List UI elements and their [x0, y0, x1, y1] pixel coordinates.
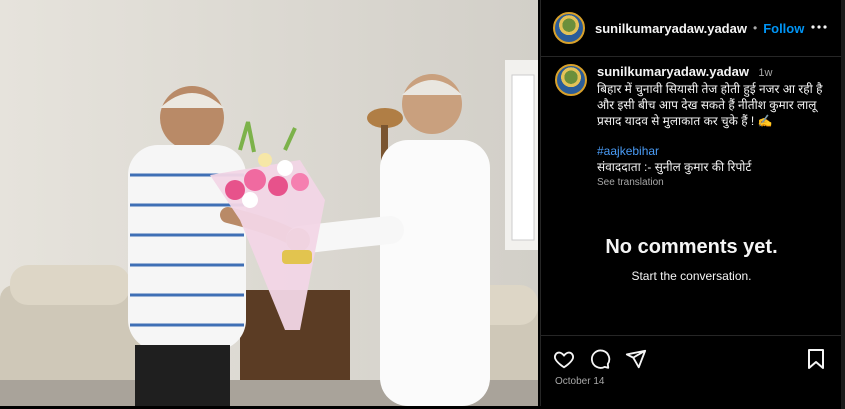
post-actions-bar: October 14 [541, 335, 842, 407]
caption-hashtag[interactable]: #aajkebihar [597, 143, 835, 159]
caption-username[interactable]: sunilkumaryadaw.yadaw [597, 64, 749, 79]
photo-image [0, 0, 538, 406]
caption-text-block: sunilkumaryadaw.yadaw 1w बिहार में चुनाव… [597, 64, 835, 191]
author-username[interactable]: sunilkumaryadaw.yadaw [595, 21, 747, 36]
post-side-panel: sunilkumaryadaw.yadaw • Follow sunilkuma… [540, 0, 842, 406]
caption-block: sunilkumaryadaw.yadaw 1w बिहार में चुनाव… [555, 64, 835, 191]
scrollbar[interactable] [841, 0, 845, 409]
comments-empty-title: No comments yet. [605, 236, 778, 258]
post-date[interactable]: October 14 [555, 376, 604, 387]
bookmark-icon[interactable] [806, 348, 826, 370]
separator-dot: • [752, 21, 758, 35]
caption-reporter-line: संवाददाता :- सुनील कुमार की रिपोर्ट [597, 160, 752, 174]
caption-time[interactable]: 1w [758, 67, 772, 79]
follow-button[interactable]: Follow [763, 21, 804, 36]
caption-avatar[interactable] [555, 64, 587, 96]
post-photo[interactable] [0, 0, 538, 406]
post-header: sunilkumaryadaw.yadaw • Follow [541, 0, 842, 57]
heart-icon[interactable] [553, 348, 575, 370]
more-icon[interactable] [810, 18, 828, 36]
comments-empty-state: No comments yet. Start the conversation. [541, 236, 842, 283]
see-translation-link[interactable]: See translation [597, 175, 835, 191]
action-icons [553, 348, 647, 370]
caption-body: बिहार में चुनावी सियासी तेज होती हुई नजर… [597, 82, 823, 128]
share-icon[interactable] [625, 348, 647, 370]
comment-icon[interactable] [589, 348, 611, 370]
author-avatar[interactable] [553, 12, 585, 44]
comments-empty-subtitle: Start the conversation. [631, 269, 752, 283]
post-modal: sunilkumaryadaw.yadaw • Follow sunilkuma… [0, 0, 845, 409]
